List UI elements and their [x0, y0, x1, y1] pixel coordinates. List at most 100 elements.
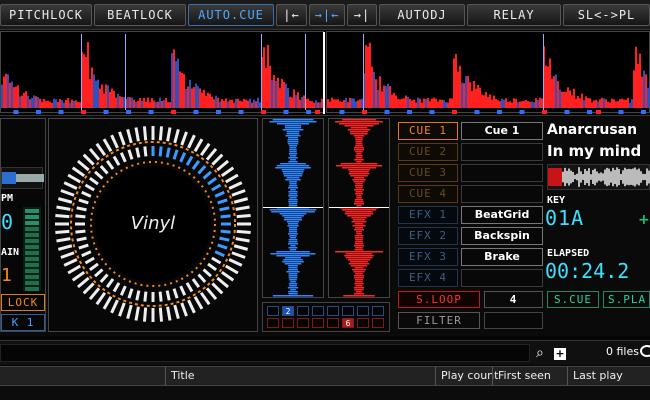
cue-3-button[interactable]: CUE 3	[398, 164, 458, 182]
sampler-pad[interactable]	[312, 306, 324, 316]
efx-1-slot[interactable]: BeatGrid	[461, 206, 543, 224]
beatlock-button[interactable]: BEATLOCK	[94, 4, 186, 26]
filter-button[interactable]: FILTER	[398, 312, 480, 329]
waveform-bar	[207, 92, 209, 108]
vertical-waveform-bar	[353, 245, 365, 247]
efx-2-slot[interactable]: Backspin	[461, 227, 543, 245]
column-play-count[interactable]: Play count	[435, 367, 498, 385]
vertical-waveform-bar	[355, 241, 363, 243]
keylock-button[interactable]: LOCK	[1, 294, 45, 311]
column-last-play[interactable]: Last play	[567, 367, 650, 385]
waveform-bar	[185, 89, 187, 108]
waveform-right[interactable]	[326, 31, 650, 114]
column-title[interactable]: Title	[165, 367, 435, 385]
relay-button[interactable]: RELAY	[467, 4, 561, 26]
eye-icon[interactable]	[640, 345, 650, 357]
jump-start-button[interactable]: |←	[276, 4, 307, 26]
waveform-bar	[591, 102, 593, 108]
waveform-bar	[437, 101, 439, 108]
waveform-bar	[101, 84, 103, 108]
sampler-pad[interactable]	[327, 318, 339, 328]
waveform-bar	[157, 101, 159, 108]
search-input[interactable]	[0, 344, 530, 362]
filter-value[interactable]	[484, 312, 543, 329]
overview-bar	[618, 168, 620, 186]
waveform-bar	[481, 94, 483, 108]
waveform-bar	[431, 98, 433, 108]
waveform-bar	[487, 97, 489, 108]
waveform-left[interactable]	[0, 31, 325, 114]
waveform-bar	[633, 70, 635, 108]
platter-outer-tick	[233, 197, 249, 204]
beat-grid-marker	[596, 110, 601, 114]
sampler-pad[interactable]	[342, 306, 354, 316]
column-first-seen[interactable]: First seen	[492, 367, 567, 385]
platter-outer-tick	[211, 282, 224, 295]
sampler-pad[interactable]	[297, 306, 309, 316]
waveform-bar	[31, 97, 33, 108]
efx-3-slot[interactable]: Brake	[461, 248, 543, 266]
sampler-pad[interactable]	[267, 306, 279, 316]
efx-1-button[interactable]: EFX 1	[398, 206, 458, 224]
vertical-waveform-bar	[288, 291, 298, 293]
track-overview-waveform[interactable]	[547, 164, 650, 190]
autodj-button[interactable]: AUTODJ	[379, 4, 465, 26]
splay-button[interactable]: S.PLA	[603, 291, 650, 308]
jump-end-button[interactable]: →|	[347, 4, 377, 26]
waveform-bar	[145, 101, 147, 108]
sampler-pad[interactable]	[282, 318, 294, 328]
browser-file-list[interactable]	[0, 386, 650, 400]
overview-bar	[574, 174, 576, 180]
sampler-pad[interactable]	[357, 306, 369, 316]
vertical-waveform-bar	[282, 171, 304, 173]
sampler-pad[interactable]	[357, 318, 369, 328]
sloop-button[interactable]: S.LOOP	[398, 291, 480, 308]
sync-button[interactable]: →|←	[309, 4, 345, 26]
efx-4-button[interactable]: EFX 4	[398, 269, 458, 287]
sampler-pad[interactable]	[267, 318, 279, 328]
sampler-pad[interactable]	[372, 306, 384, 316]
auto-cue-button[interactable]: AUTO.CUE	[188, 4, 274, 26]
sampler-pad[interactable]	[312, 318, 324, 328]
cue-2-slot[interactable]	[461, 143, 543, 161]
waveform-bar	[419, 98, 421, 108]
meter-segment	[25, 221, 39, 225]
key-adjust-icon[interactable]: +	[638, 212, 650, 228]
waveform-bar	[641, 76, 643, 108]
add-file-icon[interactable]: +	[554, 348, 566, 360]
search-icon[interactable]: ⌕	[536, 344, 552, 362]
deck-select-button[interactable]: K 1	[1, 314, 45, 331]
platter-inner-tick	[158, 146, 163, 157]
sampler-pad[interactable]: 2	[282, 306, 294, 316]
vertical-waveform-bar	[289, 151, 297, 153]
waveform-bar	[177, 58, 179, 108]
waveform-bar	[309, 101, 311, 108]
efx-3-button[interactable]: EFX 3	[398, 248, 458, 266]
cue-2-button[interactable]: CUE 2	[398, 143, 458, 161]
sampler-pad[interactable]	[297, 318, 309, 328]
scue-button[interactable]: S.CUE	[547, 291, 599, 308]
waveform-bar	[395, 95, 397, 108]
sampler-pad[interactable]: 6	[342, 318, 354, 328]
vertical-waveform-bar	[344, 213, 374, 215]
platter-outer-tick	[60, 251, 75, 259]
pitchlock-button[interactable]: PITCHLOCK	[0, 4, 92, 26]
waveform-bar	[117, 93, 119, 108]
waveform-bar	[275, 80, 277, 108]
cue-4-button[interactable]: CUE 4	[398, 185, 458, 203]
waveform-bar	[407, 96, 409, 108]
sampler-pad[interactable]	[372, 318, 384, 328]
cue-3-slot[interactable]	[461, 164, 543, 182]
efx-2-button[interactable]: EFX 2	[398, 227, 458, 245]
platter-inner-tick	[84, 256, 95, 265]
cue-1-slot[interactable]: Cue 1	[461, 122, 543, 140]
cue-4-slot[interactable]	[461, 185, 543, 203]
efx-4-slot[interactable]	[461, 269, 543, 287]
sl-pl-button[interactable]: SL<->PL	[563, 4, 650, 26]
loop-length-value[interactable]: 4	[484, 291, 543, 308]
vertical-waveform-bar	[287, 225, 299, 227]
sampler-pad[interactable]	[327, 306, 339, 316]
vertical-waveform-bar	[352, 219, 366, 221]
cue-1-button[interactable]: CUE 1	[398, 122, 458, 140]
platter-outer-tick	[211, 153, 224, 166]
